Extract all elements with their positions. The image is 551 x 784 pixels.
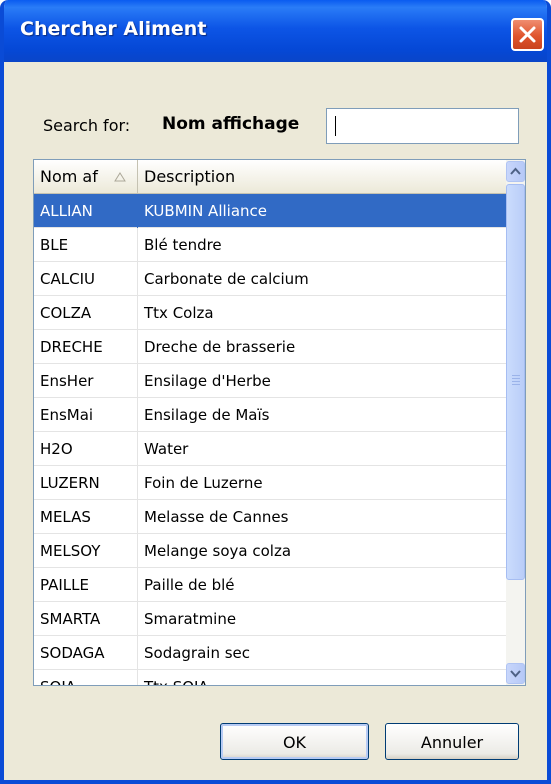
row-description: Sodagrain sec	[144, 644, 251, 662]
table-row[interactable]: MELAS Melasse de Cannes	[34, 500, 506, 534]
table-row[interactable]: EnsMai Ensilage de Maïs	[34, 398, 506, 432]
table-row[interactable]: SOJATtx SOJA	[34, 670, 506, 685]
row-description: Melasse de Cannes	[144, 508, 289, 526]
table-row[interactable]: H2O Water	[34, 432, 506, 466]
row-description: Ttx Colza	[144, 304, 214, 322]
row-description: Paille de blé	[144, 576, 235, 594]
search-field-name: Nom affichage	[162, 114, 300, 134]
table-row[interactable]: EnsHer Ensilage d'Herbe	[34, 364, 506, 398]
row-description: Foin de Luzerne	[144, 474, 263, 492]
table-row[interactable]: BLE Blé tendre	[34, 228, 506, 262]
table-row[interactable]: MELSOY Melange soya colza	[34, 534, 506, 568]
table-row[interactable]: DRECHE Dreche de brasserie	[34, 330, 506, 364]
sort-ascending-icon	[114, 172, 126, 182]
table-row[interactable]: CALCIU Carbonate de calcium	[34, 262, 506, 296]
column-header-description[interactable]: Description	[138, 160, 506, 193]
row-description: Melange soya colza	[144, 542, 292, 560]
row-code: BLE	[34, 228, 138, 262]
row-description: Water	[144, 440, 189, 458]
row-code: DRECHE	[34, 330, 138, 364]
row-description: Smaratmine	[144, 610, 237, 628]
close-button[interactable]	[511, 18, 544, 51]
scroll-down-button[interactable]	[506, 663, 525, 684]
search-label: Search for:	[43, 116, 131, 135]
table-row[interactable]: SMARTA Smaratmine	[34, 602, 506, 636]
row-code: EnsHer	[34, 364, 138, 398]
column-header-name-label: Nom af	[40, 167, 98, 186]
row-description: Carbonate de calcium	[144, 270, 309, 288]
close-icon	[519, 26, 536, 43]
scroll-up-button[interactable]	[506, 161, 525, 182]
chevron-up-icon	[510, 167, 521, 175]
grip-line	[512, 375, 520, 376]
window-title: Chercher Aliment	[20, 18, 207, 40]
grip-line	[512, 384, 520, 385]
row-code: CALCIU	[34, 262, 138, 296]
table-row[interactable]: LUZERN Foin de Luzerne	[34, 466, 506, 500]
column-header-description-label: Description	[144, 167, 236, 186]
results-grid[interactable]: Nom af Description ALLIAN KUBMIN Alliance…	[33, 159, 526, 686]
scroll-thumb[interactable]	[506, 184, 525, 580]
search-input[interactable]	[326, 108, 519, 144]
row-code: PAILLE	[34, 568, 138, 602]
table-row[interactable]: COLZA Ttx Colza	[34, 296, 506, 330]
table-row[interactable]: PAILLE Paille de blé	[34, 568, 506, 602]
row-code: LUZERN	[34, 466, 138, 500]
row-description: Ttx SOJA	[138, 670, 506, 685]
chevron-down-icon	[510, 670, 521, 678]
row-code: COLZA	[34, 296, 138, 330]
row-code: ALLIAN	[34, 194, 138, 228]
row-code: MELAS	[34, 500, 138, 534]
text-caret	[335, 116, 336, 136]
row-code: EnsMai	[34, 398, 138, 432]
ok-button[interactable]: OK	[220, 723, 369, 760]
column-header-name[interactable]: Nom af	[34, 160, 138, 193]
grip-line	[512, 381, 520, 382]
row-code: SMARTA	[34, 602, 138, 636]
row-description: KUBMIN Alliance	[144, 202, 267, 220]
cancel-button[interactable]: Annuler	[385, 723, 519, 760]
table-row[interactable]: SODAGA Sodagrain sec	[34, 636, 506, 670]
row-code: SODAGA	[34, 636, 138, 670]
row-description: Dreche de brasserie	[144, 338, 296, 356]
row-code: H2O	[34, 432, 138, 466]
title-bar[interactable]: Chercher Aliment	[4, 0, 547, 62]
row-code: SOJA	[34, 670, 138, 685]
row-description: Blé tendre	[144, 236, 222, 254]
vertical-scrollbar[interactable]	[506, 160, 525, 685]
row-description: Ensilage d'Herbe	[144, 372, 271, 390]
row-description: Ensilage de Maïs	[144, 406, 270, 424]
table-row[interactable]: ALLIAN KUBMIN Alliance	[34, 194, 506, 228]
row-code: MELSOY	[34, 534, 138, 568]
grid-header: Nom af Description	[34, 160, 506, 194]
grip-line	[512, 378, 520, 379]
